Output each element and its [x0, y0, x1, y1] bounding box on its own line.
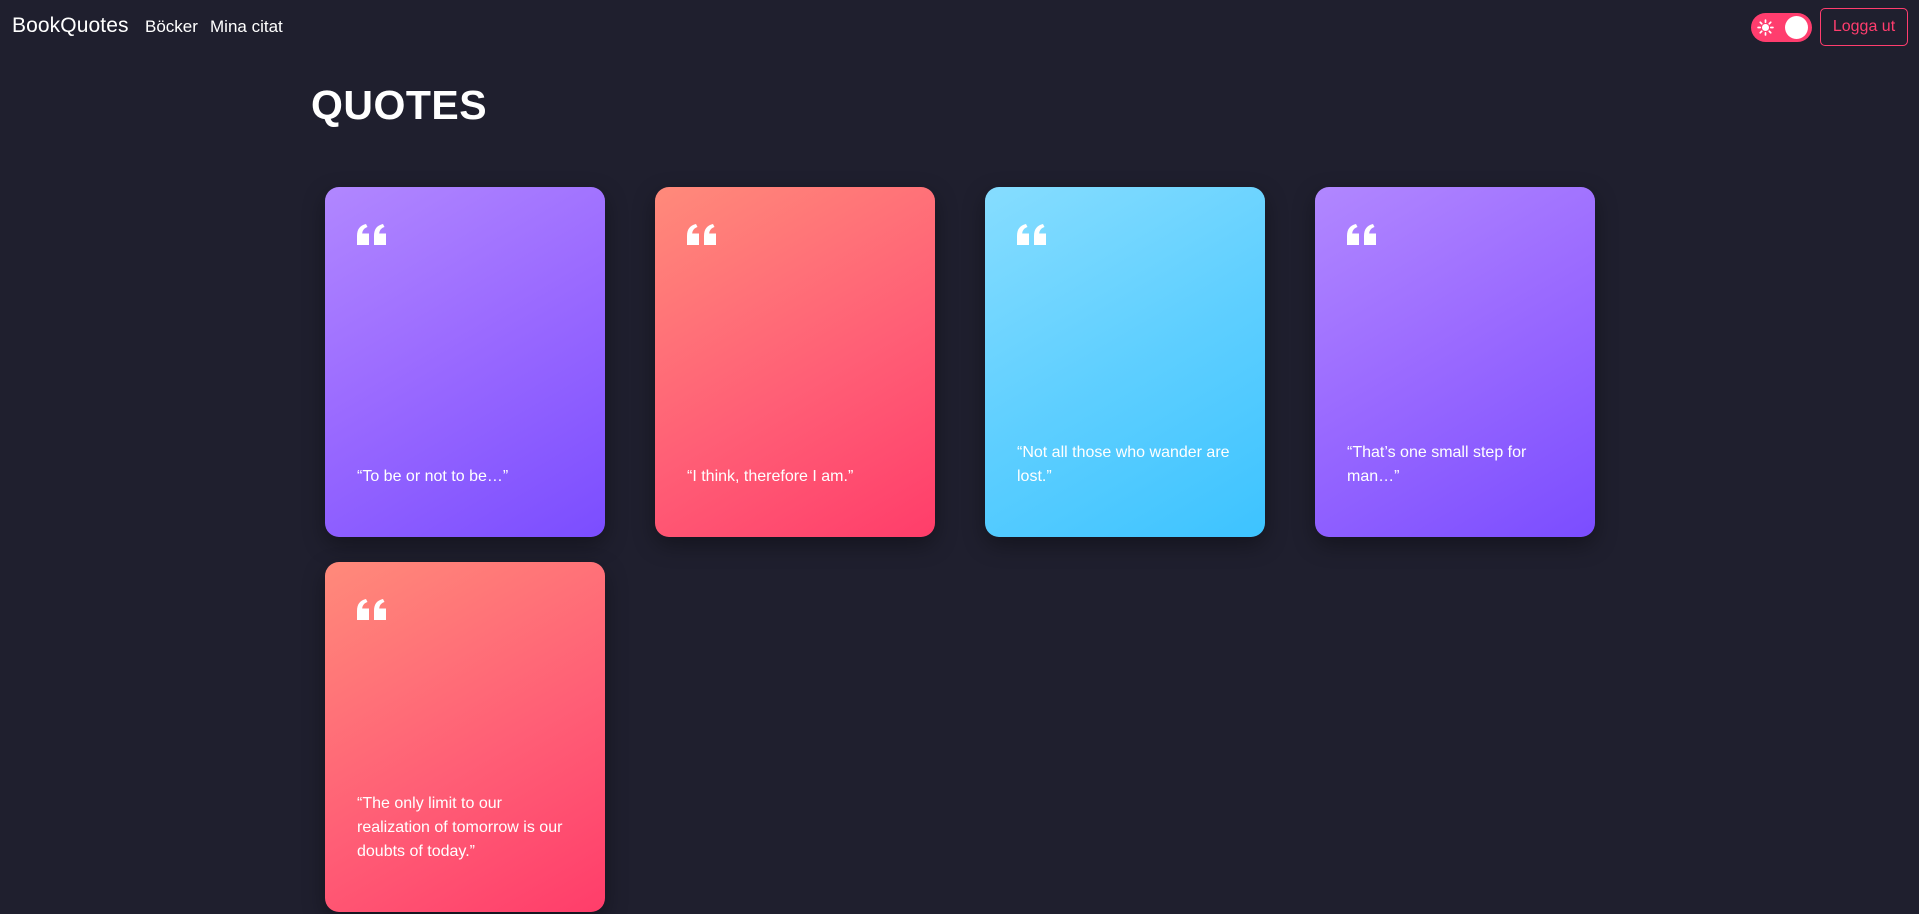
nav-link-books[interactable]: Böcker — [145, 17, 198, 37]
quote-text: “Not all those who wander are lost.” — [1017, 444, 1230, 485]
quote-mark-icon — [357, 599, 386, 620]
theme-toggle[interactable] — [1751, 13, 1812, 42]
quote-mark-icon — [687, 224, 716, 245]
quote-cards-grid: “To be or not to be…” “I think, therefor… — [325, 187, 1645, 912]
quote-card[interactable]: “That’s one small step for man…” — [1315, 187, 1595, 537]
brand-logo[interactable]: BookQuotes — [12, 14, 129, 38]
quote-card[interactable]: “To be or not to be…” — [325, 187, 605, 537]
quote-text: “To be or not to be…” — [357, 468, 509, 485]
quote-text: “That’s one small step for man…” — [1347, 444, 1527, 485]
logout-button[interactable]: Logga ut — [1820, 8, 1908, 46]
quote-text: “I think, therefore I am.” — [687, 468, 854, 485]
quote-card[interactable]: “I think, therefore I am.” — [655, 187, 935, 537]
nav-link-my-quotes[interactable]: Mina citat — [210, 17, 283, 37]
quote-card[interactable]: “The only limit to our realization of to… — [325, 562, 605, 912]
quote-card[interactable]: “Not all those who wander are lost.” — [985, 187, 1265, 537]
quote-text: “The only limit to our realization of to… — [357, 795, 563, 860]
sun-icon — [1757, 19, 1774, 36]
navbar: BookQuotes Böcker Mina citat Logga ut — [0, 0, 1919, 54]
quote-mark-icon — [357, 224, 386, 245]
quote-mark-icon — [1347, 224, 1376, 245]
toggle-knob — [1785, 16, 1808, 39]
quote-mark-icon — [1017, 224, 1046, 245]
page-title: QUOTES — [311, 82, 488, 128]
